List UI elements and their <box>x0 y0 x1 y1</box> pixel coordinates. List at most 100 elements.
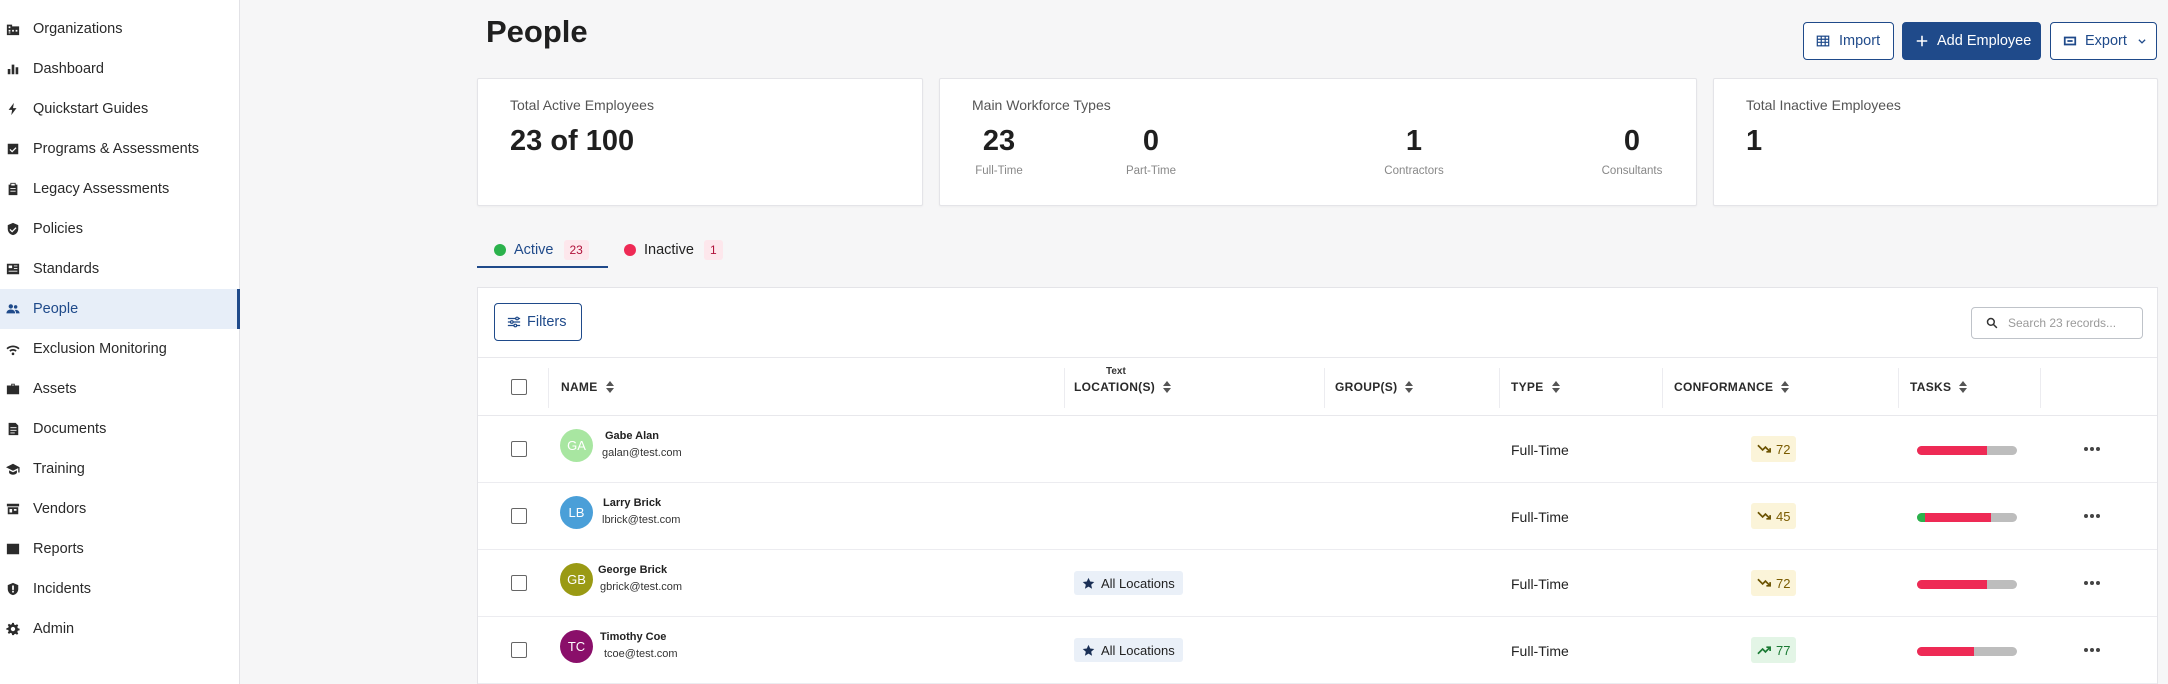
export-button[interactable]: Export <box>2050 22 2157 60</box>
sidebar-item-incidents[interactable]: Incidents <box>0 569 240 609</box>
table-row[interactable]: GA Gabe Alan galan@test.com Full-Time 72 <box>478 416 2157 483</box>
conformance-score: 72 <box>1776 441 1791 457</box>
table-row[interactable]: GB George Brick gbrick@test.com All Loca… <box>478 550 2157 617</box>
standards-icon <box>6 262 20 276</box>
people-icon <box>6 302 20 316</box>
lightning-icon <box>6 102 20 116</box>
consultants-label: Consultants <box>1601 165 1663 177</box>
location-badge: All Locations <box>1074 571 1183 595</box>
conformance-badge: 45 <box>1751 503 1797 529</box>
sidebar-item-label: Programs & Assessments <box>33 141 199 157</box>
task-progress-overdue <box>1925 513 1991 522</box>
sidebar-item-exclusion-monitoring[interactable]: Exclusion Monitoring <box>0 329 240 369</box>
column-header-type[interactable]: TYPE <box>1511 358 1560 416</box>
search-box[interactable] <box>1971 307 2143 339</box>
more-options-icon[interactable] <box>2082 643 2102 657</box>
sidebar-item-assets[interactable]: Assets <box>0 369 240 409</box>
tab-count-badge: 1 <box>703 240 723 260</box>
employee-type: Full-Time <box>1511 576 1569 592</box>
status-dot-icon <box>624 244 636 256</box>
sliders-icon <box>507 316 521 328</box>
column-header-label: TASKS <box>1910 380 1952 394</box>
row-checkbox[interactable] <box>511 575 527 591</box>
sidebar-item-quickstart-guides[interactable]: Quickstart Guides <box>0 89 240 129</box>
briefcase-icon <box>6 382 20 396</box>
full-time-count: 23 <box>982 125 1016 157</box>
table-row[interactable]: TC Timothy Coe tcoe@test.com All Locatio… <box>478 617 2157 684</box>
import-button[interactable]: Import <box>1803 22 1894 60</box>
row-checkbox[interactable] <box>511 508 527 524</box>
table-header: NAME Text LOCATION(S) GROUP(S) TYPE CONF… <box>478 357 2157 416</box>
column-header-locations[interactable]: LOCATION(S) <box>1074 358 1172 416</box>
sidebar-item-label: Documents <box>33 421 107 437</box>
search-input[interactable] <box>2008 316 2138 330</box>
column-header-conformance[interactable]: CONFORMANCE <box>1674 358 1790 416</box>
card-title: Total Inactive Employees <box>1746 97 1901 113</box>
store-icon <box>6 502 20 516</box>
task-progress-overdue <box>1917 446 1987 455</box>
row-checkbox[interactable] <box>511 642 527 658</box>
sidebar-item-reports[interactable]: Reports <box>0 529 240 569</box>
sidebar-item-organizations[interactable]: Organizations <box>0 9 240 49</box>
sidebar-item-people[interactable]: People <box>0 289 240 329</box>
conformance-score: 45 <box>1776 508 1791 524</box>
employee-type: Full-Time <box>1511 643 1569 659</box>
location-badge: All Locations <box>1074 638 1183 662</box>
person-name[interactable]: Larry Brick <box>603 497 661 509</box>
consultants-count: 0 <box>1623 125 1641 157</box>
sidebar-item-policies[interactable]: Policies <box>0 209 240 249</box>
main-workforce-types-card: Main Workforce Types 23 Full-Time 0 Part… <box>939 78 1697 206</box>
sidebar-item-vendors[interactable]: Vendors <box>0 489 240 529</box>
column-header-groups[interactable]: GROUP(S) <box>1335 358 1414 416</box>
trending-down-icon <box>1757 511 1771 520</box>
table-row[interactable]: LB Larry Brick lbrick@test.com Full-Time… <box>478 483 2157 550</box>
sidebar-item-legacy-assessments[interactable]: Legacy Assessments <box>0 169 240 209</box>
column-divider <box>1324 368 1325 408</box>
sidebar-item-label: Vendors <box>33 501 87 517</box>
sidebar-item-admin[interactable]: Admin <box>0 609 240 649</box>
sidebar-item-label: People <box>33 301 79 317</box>
sidebar-item-documents[interactable]: Documents <box>0 409 240 449</box>
person-email: gbrick@test.com <box>600 581 683 593</box>
column-divider <box>548 368 549 408</box>
document-icon <box>6 422 20 436</box>
conformance-badge: 77 <box>1751 637 1797 663</box>
sort-icon <box>1405 381 1414 393</box>
task-progress-bar <box>1917 580 2017 589</box>
filters-button[interactable]: Filters <box>494 303 582 341</box>
sidebar-item-training[interactable]: Training <box>0 449 240 489</box>
add-employee-button[interactable]: Add Employee <box>1902 22 2041 60</box>
sidebar-item-standards[interactable]: Standards <box>0 249 240 289</box>
person-email: lbrick@test.com <box>602 514 681 526</box>
sidebar-item-dashboard[interactable]: Dashboard <box>0 49 240 89</box>
row-checkbox[interactable] <box>511 441 527 457</box>
conformance-score: 72 <box>1776 575 1791 591</box>
sidebar-item-programs-assessments[interactable]: Programs & Assessments <box>0 129 240 169</box>
more-options-icon[interactable] <box>2082 576 2102 590</box>
column-header-tasks[interactable]: TASKS <box>1910 358 1968 416</box>
select-all-checkbox[interactable] <box>511 379 527 395</box>
star-icon <box>1082 644 1095 656</box>
full-time-label: Full-Time <box>975 165 1023 177</box>
avatar: LB <box>560 496 593 529</box>
more-options-icon[interactable] <box>2082 442 2102 456</box>
conformance-badge: 72 <box>1751 436 1797 462</box>
tab-active[interactable]: Active 23 <box>494 232 589 268</box>
person-name[interactable]: Gabe Alan <box>605 430 659 442</box>
checklist-icon <box>6 142 20 156</box>
sort-icon <box>605 381 614 393</box>
person-name[interactable]: George Brick <box>598 564 667 576</box>
sidebar-item-label: Policies <box>33 221 83 237</box>
column-divider <box>1064 368 1065 408</box>
part-time-count: 0 <box>1142 125 1160 157</box>
conformance-badge: 72 <box>1751 570 1797 596</box>
sidebar-item-label: Incidents <box>33 581 92 597</box>
column-header-label: LOCATION(S) <box>1074 380 1156 394</box>
location-label: All Locations <box>1101 575 1175 591</box>
tab-inactive[interactable]: Inactive 1 <box>624 232 723 268</box>
export-icon <box>2063 34 2077 48</box>
trending-down-icon <box>1757 578 1771 587</box>
column-header-name[interactable]: NAME <box>561 358 614 416</box>
person-name[interactable]: Timothy Coe <box>600 631 666 643</box>
more-options-icon[interactable] <box>2082 509 2102 523</box>
